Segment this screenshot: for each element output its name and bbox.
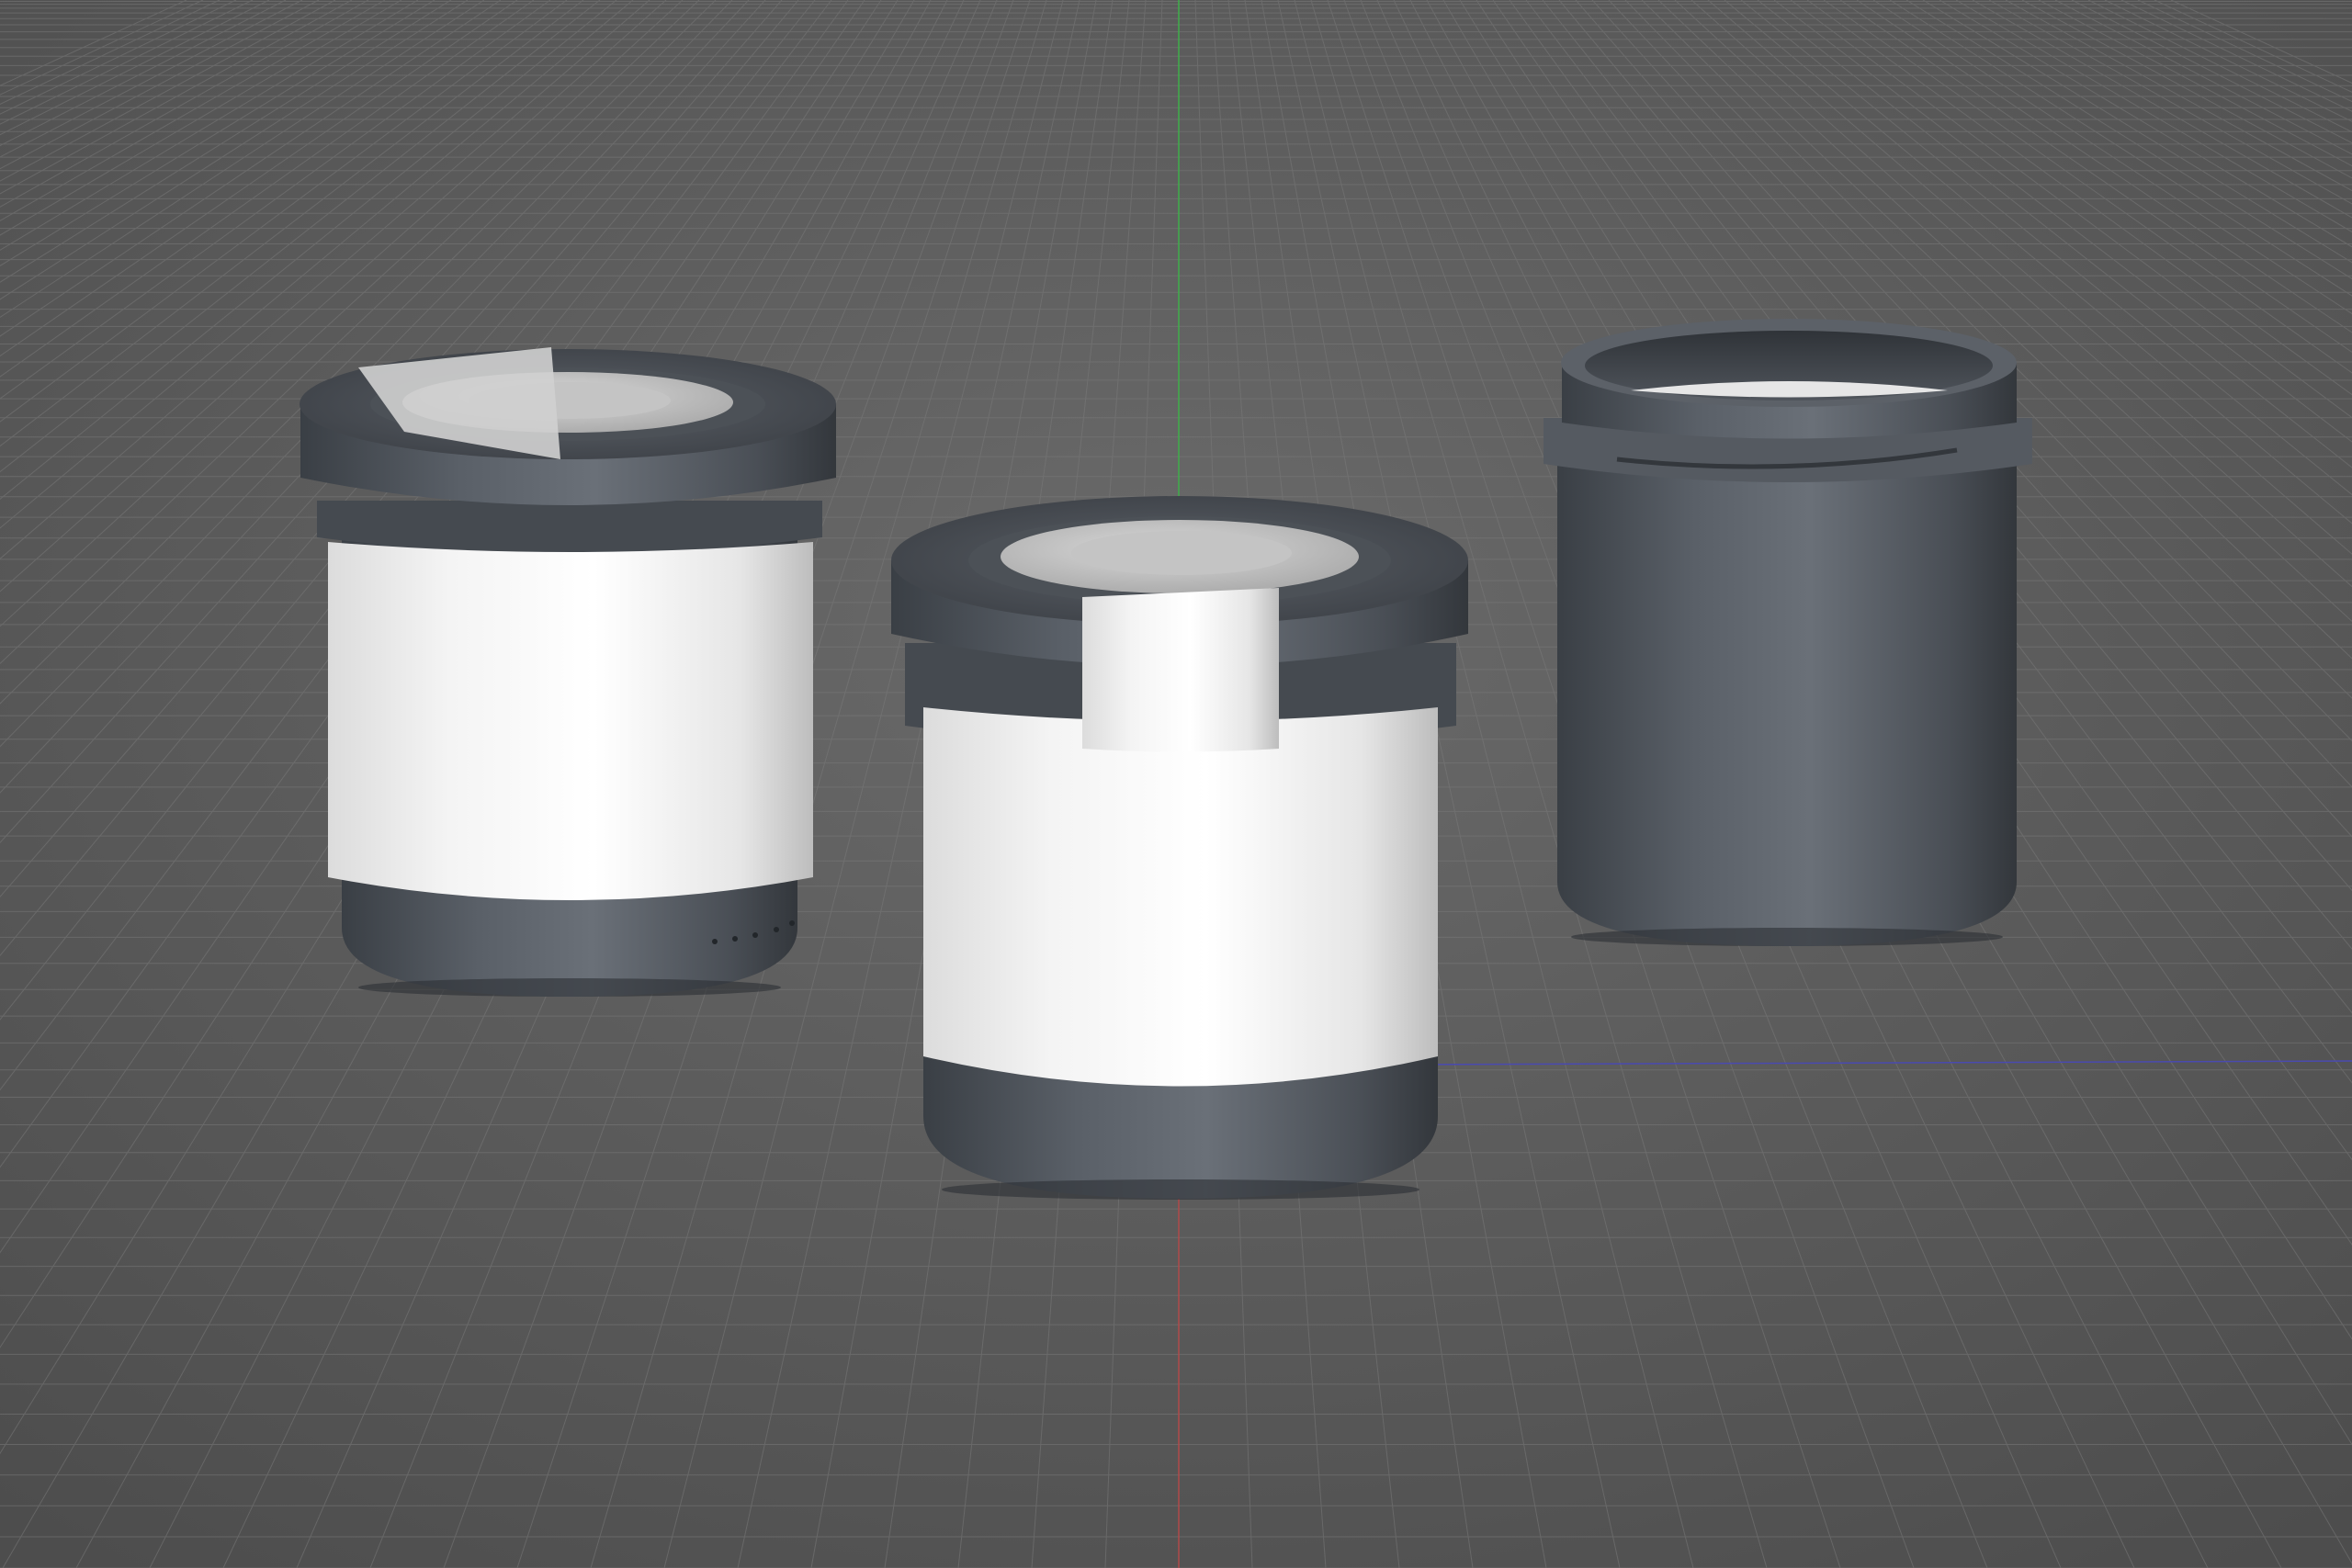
3d-viewport[interactable] (0, 0, 2352, 1568)
lid-disc-center (1071, 531, 1292, 575)
jar-label (328, 542, 813, 900)
seal-strip (1082, 588, 1279, 752)
jar-with-lid-and-seal-strip[interactable] (300, 347, 836, 997)
jar-base-edge (942, 1179, 1419, 1200)
jar-with-lid-and-front-seal[interactable] (891, 496, 1468, 1200)
jar-label (923, 707, 1438, 1087)
neck-ring (317, 501, 822, 554)
jar-body (1557, 436, 2017, 946)
jar-base-edge (358, 978, 781, 997)
viewport-canvas[interactable] (0, 0, 2352, 1568)
jar-base-edge (1571, 928, 2003, 946)
open-jar-no-lid[interactable] (1544, 319, 2032, 946)
